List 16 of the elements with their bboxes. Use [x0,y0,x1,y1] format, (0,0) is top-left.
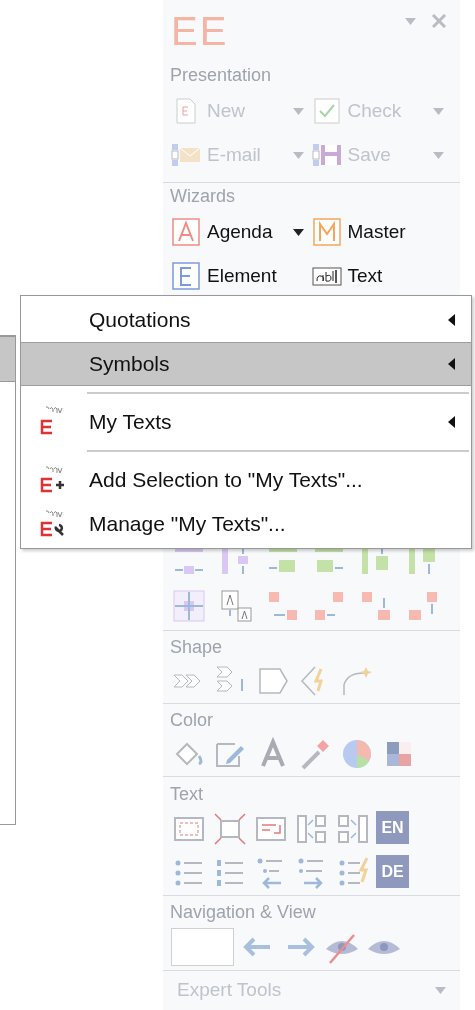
menu-item[interactable]: Symbols [21,342,471,386]
section-title: Text [169,783,204,806]
menu-item[interactable]: Manage "My Texts"... [21,502,471,546]
ribbon-button[interactable]: Element [171,259,312,293]
menu-item[interactable]: My Texts [21,400,471,444]
menu-item[interactable]: Add Selection to "My Texts"... [21,458,471,502]
section-title: Navigation & View [169,901,317,924]
ribbon-button[interactable]: Master [311,215,452,249]
menu-item[interactable]: Quotations [21,298,471,342]
section-title: Color [169,709,214,732]
section-title: Presentation [169,64,273,87]
ribbon-button[interactable]: Text [311,259,452,293]
section-title: Wizards [169,185,236,208]
section-title: Shape [169,636,224,659]
logo: EE [171,8,230,55]
ribbon-button[interactable]: Agenda [171,215,312,249]
